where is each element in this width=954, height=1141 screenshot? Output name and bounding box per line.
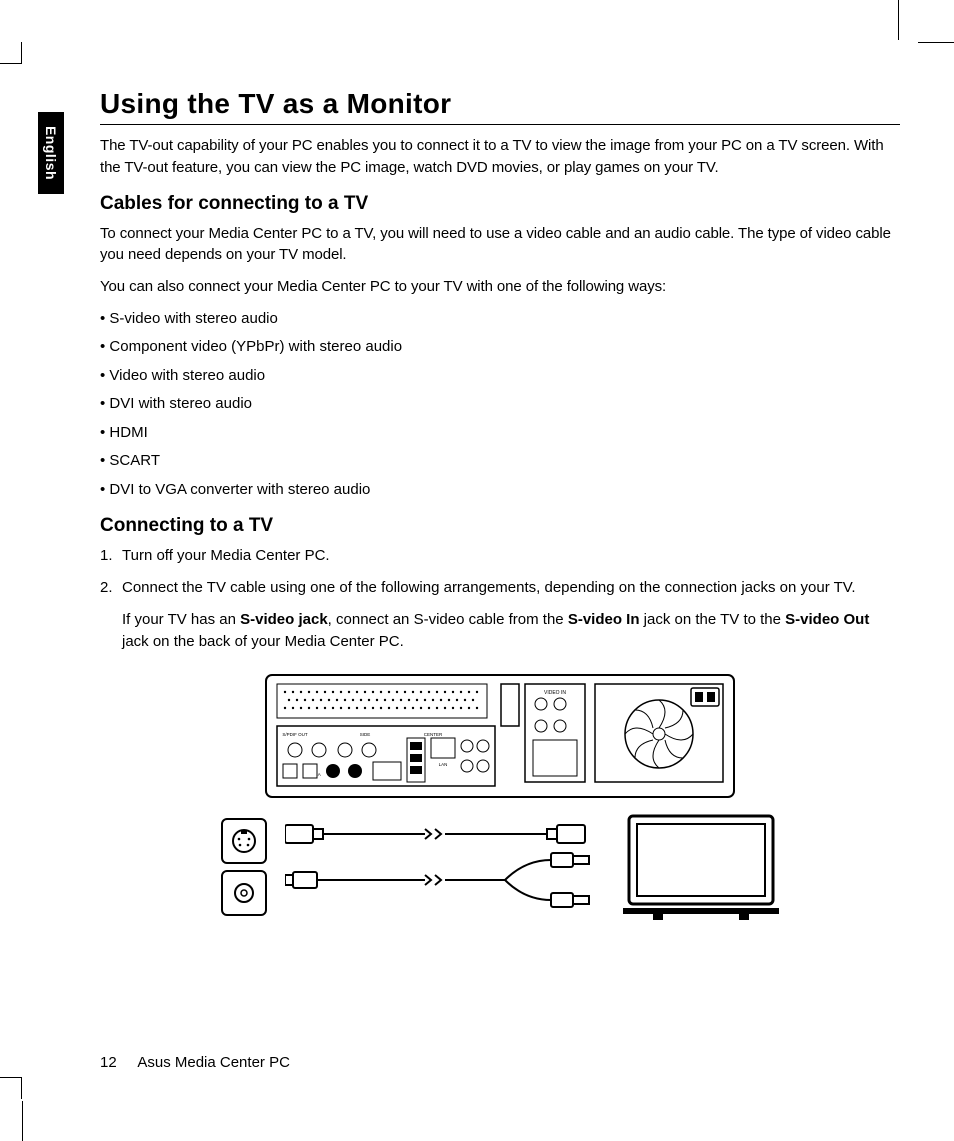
svg-text:CENTER: CENTER xyxy=(424,732,443,737)
cables-p2: You can also connect your Media Center P… xyxy=(100,276,900,298)
page-title: Using the TV as a Monitor xyxy=(100,88,900,125)
crop-mark-tr-v xyxy=(898,0,920,40)
svg-text:LAN: LAN xyxy=(439,762,448,767)
footer-title: Asus Media Center PC xyxy=(137,1054,290,1071)
list-item: Component video (YPbPr) with stereo audi… xyxy=(100,336,900,359)
page-footer: 12 Asus Media Center PC xyxy=(100,1054,290,1071)
list-item: HDMI xyxy=(100,422,900,445)
list-item: S-video with stereo audio xyxy=(100,308,900,331)
svideo-jack-icon xyxy=(221,818,267,864)
step-item: Connect the TV cable using one of the fo… xyxy=(100,577,900,599)
list-item: Video with stereo audio xyxy=(100,365,900,388)
connection-diagram: VIDEO IN S/PDIF OUT SID xyxy=(100,674,900,922)
step-item: Turn off your Media Center PC. xyxy=(100,545,900,567)
crop-mark-tr-h xyxy=(918,42,954,43)
intro-paragraph: The TV-out capability of your PC enables… xyxy=(100,135,900,179)
cables-icon xyxy=(285,817,605,917)
svg-text:VIDEO IN: VIDEO IN xyxy=(544,690,566,696)
language-tab: English xyxy=(38,112,64,194)
crop-mark-tl xyxy=(0,42,22,64)
list-item: DVI with stereo audio xyxy=(100,393,900,416)
crop-mark-bl xyxy=(0,1077,22,1099)
svideo-note: If your TV has an S-video jack, connect … xyxy=(100,609,900,653)
tv-icon xyxy=(623,812,779,922)
language-tab-label: English xyxy=(43,126,59,180)
connect-steps: Turn off your Media Center PC. Connect t… xyxy=(100,545,900,599)
cable-options-list: S-video with stereo audio Component vide… xyxy=(100,308,900,502)
crop-mark-bl-v xyxy=(22,1101,23,1141)
page-number: 12 xyxy=(100,1054,134,1071)
list-item: SCART xyxy=(100,450,900,473)
section-connect-title: Connecting to a TV xyxy=(100,515,900,537)
svg-text:S/PDIF OUT: S/PDIF OUT xyxy=(282,732,308,737)
cables-p1: To connect your Media Center PC to a TV,… xyxy=(100,223,900,267)
audio-jack-icon xyxy=(221,870,267,916)
list-item: DVI to VGA converter with stereo audio xyxy=(100,479,900,502)
svg-text:SIDE: SIDE xyxy=(360,732,371,737)
section-cables-title: Cables for connecting to a TV xyxy=(100,193,900,215)
pc-back-panel-icon: VIDEO IN S/PDIF OUT SID xyxy=(265,674,735,798)
